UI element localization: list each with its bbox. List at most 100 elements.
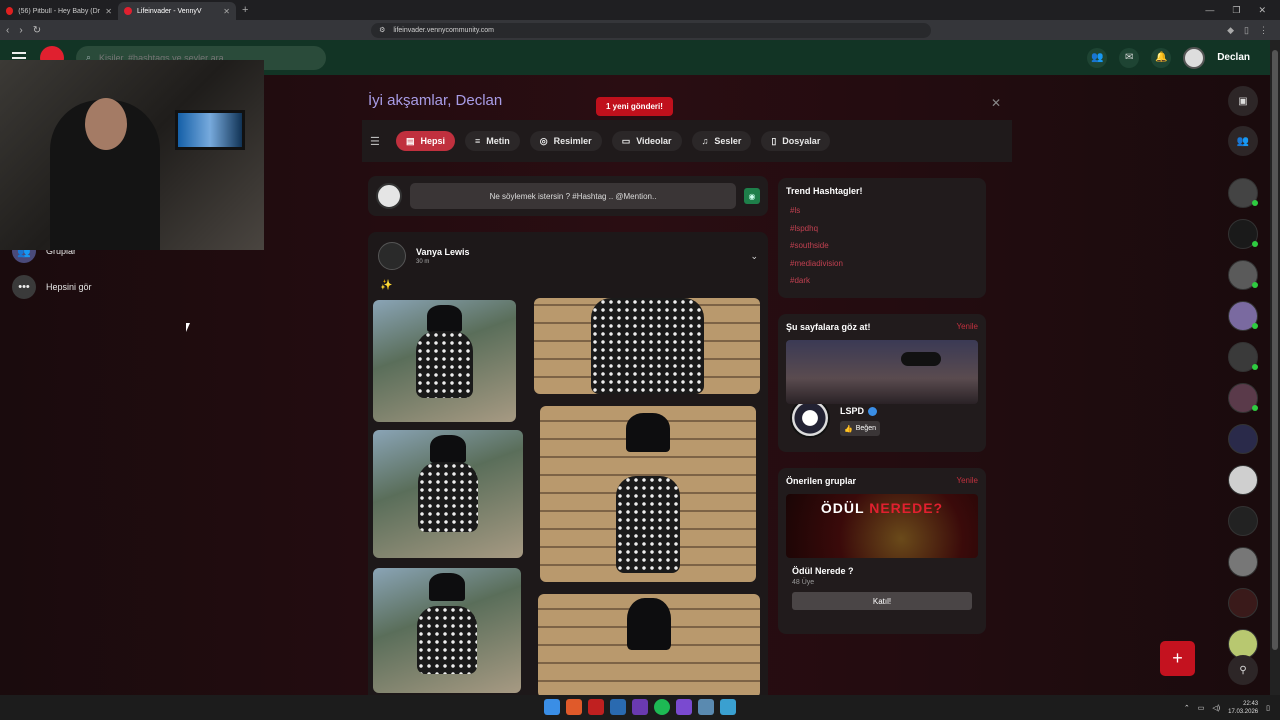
group-members: 48 Üye: [792, 579, 815, 586]
online-user-avatar[interactable]: [1228, 547, 1258, 577]
hashtag-link[interactable]: #southside: [786, 237, 978, 255]
post-image[interactable]: [538, 594, 760, 695]
calendar-icon[interactable]: [588, 699, 604, 715]
messages-icon[interactable]: ✉: [1119, 47, 1140, 68]
text-icon: ≡: [475, 136, 481, 146]
restore-icon[interactable]: ❐: [1232, 5, 1240, 16]
notifications-icon[interactable]: 🔔: [1151, 47, 1172, 68]
post-image[interactable]: [373, 568, 521, 693]
post-image[interactable]: [373, 430, 523, 558]
refresh-link[interactable]: Yenile: [956, 476, 978, 486]
group-banner[interactable]: ÖDÜL NEREDE?: [786, 494, 978, 558]
close-window-icon[interactable]: ✕: [1258, 5, 1266, 16]
filter-audio[interactable]: ♫ Sesler: [691, 131, 752, 151]
page-name[interactable]: LSPD: [840, 406, 864, 416]
post-author-avatar[interactable]: [378, 242, 406, 270]
online-user-avatar[interactable]: [1228, 588, 1258, 618]
new-tab-button[interactable]: +: [242, 4, 248, 16]
chevron-down-icon[interactable]: ⌄: [750, 251, 758, 262]
filter-text[interactable]: ≡ Metin: [465, 131, 520, 151]
back-icon[interactable]: ‹: [6, 25, 9, 36]
friends-icon[interactable]: 👥: [1087, 47, 1108, 68]
browser-tab-youtube[interactable]: (56) Pitbull - Hey Baby (Drop It To The.…: [0, 2, 118, 20]
online-user-avatar[interactable]: [1228, 260, 1258, 290]
like-page-button[interactable]: 👍 Beğen: [840, 421, 880, 436]
online-user-avatar[interactable]: [1228, 465, 1258, 495]
url-text: lifeinvader.vennycommunity.com: [393, 26, 494, 34]
composer-input[interactable]: Ne söylemek istersin ? #Hashtag .. @Ment…: [410, 183, 736, 209]
card-title: Trend Hashtagler!: [786, 186, 863, 196]
settings-icon[interactable]: [698, 699, 714, 715]
sidebar-item-see-all[interactable]: ••• Hepsini gör: [12, 275, 212, 299]
online-user-avatar[interactable]: [1228, 424, 1258, 454]
chat-icon[interactable]: ▣: [1228, 86, 1258, 116]
network-icon[interactable]: ▭: [1198, 704, 1205, 712]
filter-files[interactable]: ▯ Dosyalar: [761, 131, 831, 151]
filter-images[interactable]: ◎ Resimler: [529, 131, 602, 151]
camera-icon[interactable]: ◉: [744, 188, 760, 204]
minimize-icon[interactable]: —: [1205, 5, 1214, 16]
clock-time: 22:43: [1243, 700, 1259, 707]
create-post-button[interactable]: +: [1160, 641, 1195, 676]
online-user-avatar[interactable]: [1228, 383, 1258, 413]
hashtag-link[interactable]: #ls: [786, 202, 978, 220]
browser-toolbar: ‹ › ↻ ⚙ lifeinvader.vennycommunity.com ◆…: [0, 20, 1280, 40]
trending-hashtags-card: Trend Hashtagler! #ls #lspdhq #southside…: [778, 178, 986, 298]
sidebar-item-label: Hepsini gör: [46, 282, 92, 292]
browser-extensions: ◆ ▯ ⋮: [1227, 25, 1274, 36]
post-author-name[interactable]: Vanya Lewis: [416, 247, 470, 257]
hashtag-link[interactable]: #lspdhq: [786, 220, 978, 238]
hashtag-link[interactable]: #dark: [786, 272, 978, 290]
post-image[interactable]: [373, 300, 516, 422]
menu-icon[interactable]: ⋮: [1259, 25, 1268, 36]
all-icon: ▤: [406, 135, 415, 146]
notepad-icon[interactable]: [720, 699, 736, 715]
app-icon[interactable]: [632, 699, 648, 715]
join-group-button[interactable]: Katıl!: [792, 592, 972, 610]
scrollbar-thumb[interactable]: [1272, 50, 1278, 650]
extension-icon[interactable]: ◆: [1227, 25, 1234, 36]
forward-icon[interactable]: ›: [19, 25, 22, 36]
user-name[interactable]: Declan: [1217, 52, 1250, 63]
notification-center-icon[interactable]: ▯: [1266, 704, 1270, 712]
online-user-avatar[interactable]: [1228, 301, 1258, 331]
online-user-avatar[interactable]: [1228, 506, 1258, 536]
user-avatar[interactable]: [1183, 46, 1206, 69]
online-user-avatar[interactable]: [1228, 342, 1258, 372]
start-icon[interactable]: [544, 699, 560, 715]
filter-videos[interactable]: ▭ Videolar: [611, 131, 682, 151]
page-banner[interactable]: [786, 340, 978, 404]
right-rail: ▣ 👥: [1228, 86, 1258, 670]
spotify-icon[interactable]: [654, 699, 670, 715]
refresh-link[interactable]: Yenile: [956, 322, 978, 332]
brave-icon[interactable]: [566, 699, 582, 715]
clock-date: 17.03.2026: [1228, 708, 1259, 715]
address-bar[interactable]: ⚙ lifeinvader.vennycommunity.com: [371, 22, 932, 38]
site-info-icon[interactable]: ⚙: [379, 26, 385, 34]
find-friends-icon[interactable]: ⚲: [1228, 655, 1258, 685]
hashtag-link[interactable]: #mediadivision: [786, 255, 978, 273]
sidebar-icon[interactable]: ▯: [1244, 25, 1249, 36]
close-icon[interactable]: ✕: [991, 96, 1001, 110]
page-scrollbar[interactable]: [1270, 40, 1280, 695]
online-user-avatar[interactable]: [1228, 219, 1258, 249]
filter-all[interactable]: ▤ Hepsi: [396, 131, 456, 151]
online-user-avatar[interactable]: [1228, 178, 1258, 208]
group-name[interactable]: Ödül Nerede ?: [786, 566, 978, 576]
close-icon[interactable]: ✕: [223, 7, 230, 16]
new-posts-badge[interactable]: 1 yeni gönderi!: [596, 97, 673, 116]
post-image[interactable]: [540, 406, 756, 582]
reload-icon[interactable]: ↻: [33, 25, 41, 36]
filter-label: Metin: [486, 136, 510, 146]
clock[interactable]: 22:43 17.03.2026: [1228, 700, 1258, 716]
add-friend-icon[interactable]: 👥: [1228, 126, 1258, 156]
app-icon[interactable]: [610, 699, 626, 715]
volume-icon[interactable]: ◁): [1212, 704, 1220, 712]
app-icon[interactable]: [676, 699, 692, 715]
browser-tab-lifeinvader[interactable]: Lifeinvader - VennyV ✕: [118, 2, 236, 20]
chevron-up-icon[interactable]: ⌃: [1184, 704, 1190, 712]
post-image[interactable]: [534, 298, 760, 394]
close-icon[interactable]: ✕: [105, 7, 112, 16]
filter-settings-icon[interactable]: ☰: [370, 135, 386, 148]
lspd-seal-icon[interactable]: [790, 398, 830, 438]
